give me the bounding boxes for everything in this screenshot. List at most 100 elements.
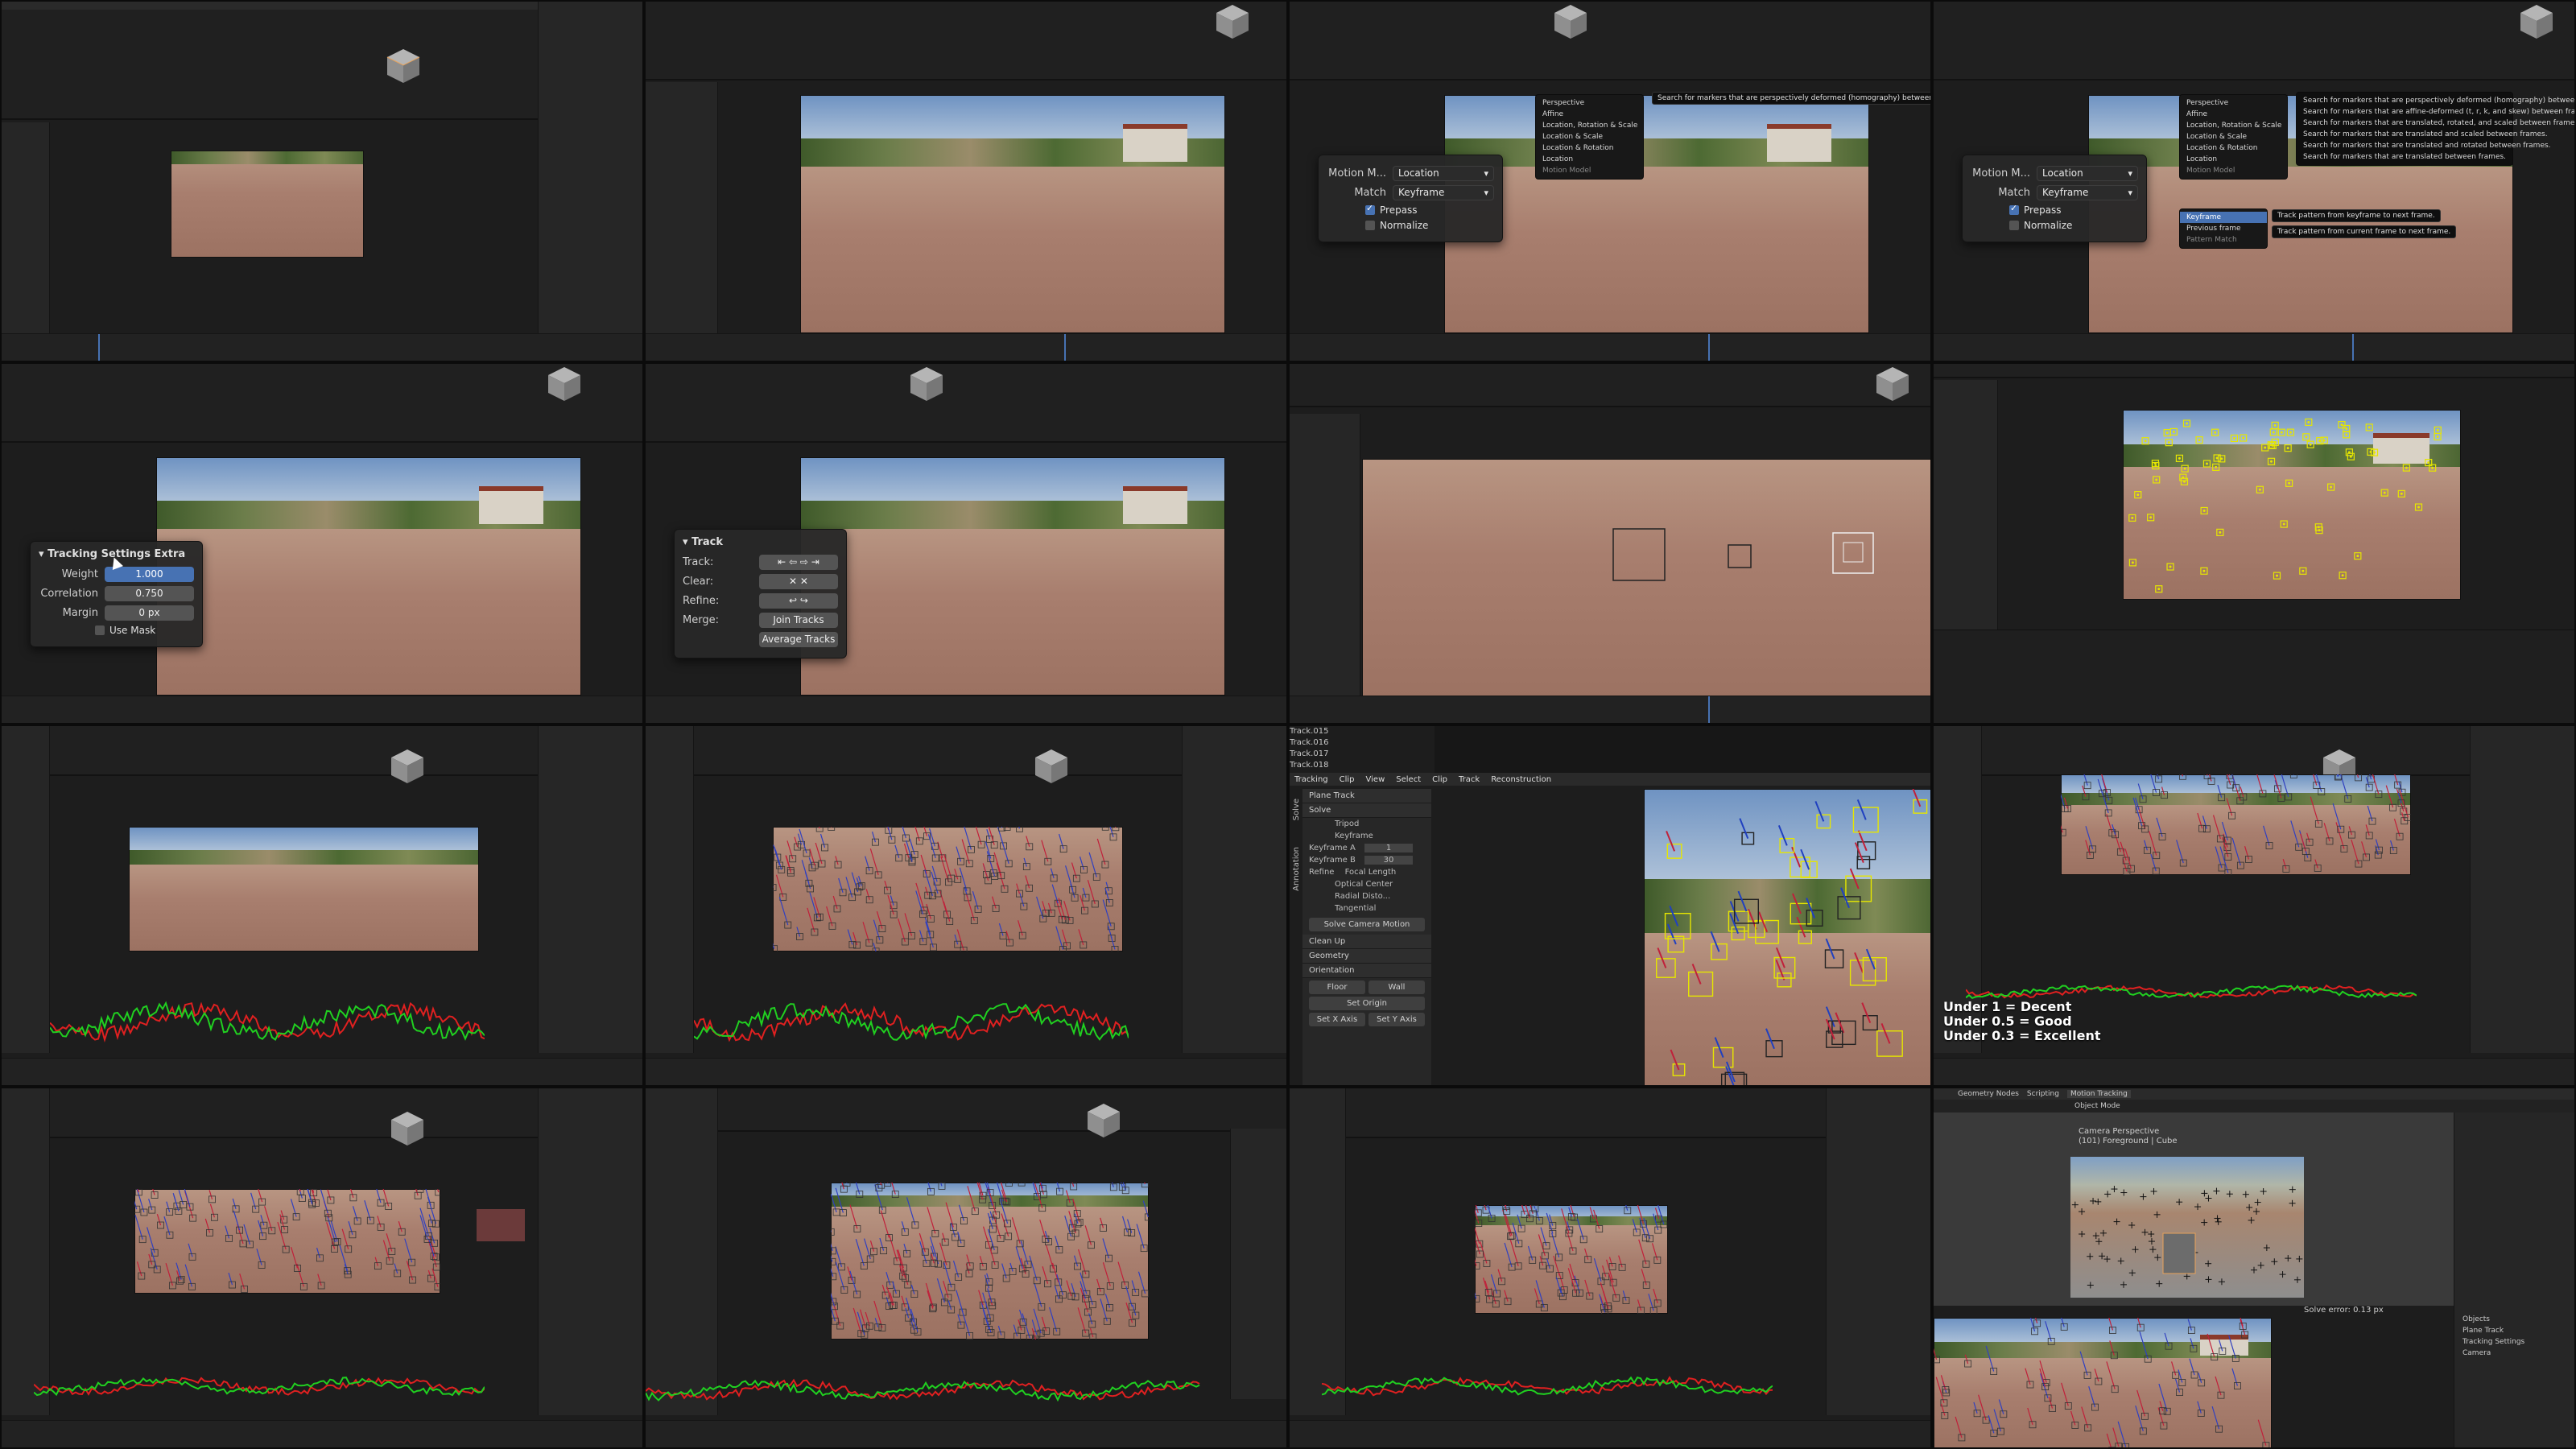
properties-panel[interactable] [1182, 726, 1286, 1053]
marker-search-area[interactable] [1612, 528, 1666, 581]
timeline[interactable] [2, 696, 642, 723]
optical-center-option[interactable]: Optical Center [1302, 878, 1431, 890]
properties-panel[interactable] [2470, 726, 2574, 1053]
motion-model-dropdown[interactable]: Location [2037, 166, 2138, 181]
track-paths-overlay[interactable] [831, 1183, 1149, 1340]
clean-up-section[interactable]: Clean Up [1302, 935, 1431, 949]
menu-item-previous-frame[interactable]: Previous frame [2180, 223, 2267, 234]
timeline[interactable] [646, 696, 1286, 723]
header-clip-menu[interactable]: Clip [1432, 775, 1447, 784]
clip-frame[interactable] [156, 457, 581, 696]
timeline[interactable] [2, 333, 642, 361]
track-paths-overlay[interactable] [1934, 1318, 2272, 1449]
menu-item-loc-rot-scale[interactable]: Location, Rotation & Scale [2180, 120, 2287, 131]
timeline[interactable] [1290, 696, 1930, 723]
menu-item-affine[interactable]: Affine [1536, 109, 1643, 120]
keyframe-option[interactable]: Keyframe [1302, 830, 1431, 842]
clear-buttons[interactable]: ✕ ✕ [759, 574, 838, 589]
menu-item-affine[interactable]: Affine [2180, 109, 2287, 120]
set-x-axis-button[interactable]: Set X Axis [1309, 1013, 1365, 1026]
plane-track-section[interactable]: Plane Track [1302, 789, 1431, 803]
motion-model-dropdown[interactable]: Location [1393, 166, 1494, 181]
tripod-option[interactable]: Tripod [1302, 818, 1431, 830]
feature-markers-overlay[interactable] [2123, 410, 2461, 600]
timeline[interactable] [1290, 333, 1930, 361]
dopesheet-strip[interactable] [1435, 726, 1930, 774]
tab-motion-tracking[interactable]: Motion Tracking [2066, 1090, 2131, 1098]
normalize-checkbox[interactable] [1365, 221, 1375, 230]
prepass-checkbox[interactable] [2009, 203, 2019, 215]
motion-tracking-graph[interactable] [646, 1358, 1201, 1422]
correlation-field[interactable]: 0.750 [105, 586, 194, 601]
prepass-checkbox[interactable] [1365, 203, 1375, 215]
set-origin-button[interactable]: Set Origin [1309, 997, 1425, 1010]
use-mask-checkbox[interactable] [95, 625, 105, 635]
properties-panel[interactable]: Objects Plane Track Tracking Settings Ca… [2454, 1113, 2574, 1447]
timeline[interactable] [646, 1420, 1286, 1447]
timeline-playhead[interactable] [98, 334, 100, 361]
keyframe-b-field[interactable]: 30 [1364, 856, 1414, 865]
refine-buttons[interactable]: ↩ ↪ [759, 593, 838, 609]
radial-distortion-option[interactable]: Radial Disto... [1302, 890, 1431, 902]
track-paths-overlay[interactable] [134, 1189, 440, 1294]
keyframe-a-field[interactable]: 1 [1364, 844, 1413, 852]
motion-tracking-graph[interactable] [1322, 1354, 1773, 1418]
timeline[interactable] [1934, 1058, 2574, 1085]
menu-item-loc-rot[interactable]: Location & Rotation [1536, 142, 1643, 154]
header-view[interactable]: View [1366, 775, 1385, 784]
properties-panel[interactable] [538, 726, 642, 1053]
header-track[interactable]: Track [1459, 775, 1480, 784]
floor-button[interactable]: Floor [1309, 980, 1365, 994]
chevron-down-icon[interactable]: ▾ [39, 548, 47, 560]
timeline-playhead[interactable] [1064, 334, 1066, 361]
menu-item-perspective[interactable]: Perspective [1536, 97, 1643, 109]
tab-annotation[interactable]: Annotation [1292, 847, 1301, 891]
menu-item-loc-scale[interactable]: Location & Scale [1536, 131, 1643, 142]
menu-item-loc-scale[interactable]: Location & Scale [2180, 131, 2287, 142]
header-tracking[interactable]: Tracking [1294, 775, 1328, 784]
tangential-option[interactable]: Tangential [1302, 902, 1431, 914]
header-select[interactable]: Select [1396, 775, 1421, 784]
track-buttons[interactable]: ⇤ ⇦ ⇨ ⇥ [759, 555, 838, 570]
menu-item-location[interactable]: Location [2180, 154, 2287, 165]
solve-section[interactable]: Solve [1302, 803, 1431, 818]
timeline[interactable] [2, 1420, 642, 1447]
motion-model-menu[interactable]: Perspective Affine Location, Rotation & … [2179, 94, 2288, 180]
average-tracks-button[interactable]: Average Tracks [759, 632, 838, 647]
clip-frame[interactable] [1444, 95, 1869, 333]
motion-tracking-graph[interactable] [34, 1354, 485, 1418]
menu-item-location[interactable]: Location [1536, 154, 1643, 165]
set-y-axis-button[interactable]: Set Y Axis [1368, 1013, 1425, 1026]
clip-editor-header[interactable]: Tracking Clip View Select Clip Track Rec… [1290, 773, 1930, 786]
chevron-down-icon[interactable]: ▾ [683, 536, 691, 548]
clip-frame[interactable] [129, 827, 479, 952]
normalize-checkbox[interactable] [2009, 221, 2019, 230]
track-item[interactable]: Track.015 [1290, 726, 1386, 737]
outliner-sidebar[interactable] [2, 726, 50, 1053]
motion-tracking-graph[interactable] [694, 988, 1129, 1056]
clip-tool-sidebar[interactable] [646, 82, 718, 333]
properties-panel[interactable] [538, 2, 642, 345]
menu-item-perspective[interactable]: Perspective [2180, 97, 2287, 109]
timeline[interactable] [646, 333, 1286, 361]
tab-geometry-nodes[interactable]: Geometry Nodes [1958, 1090, 2019, 1098]
geometry-section[interactable]: Geometry [1302, 949, 1431, 964]
outliner-sidebar[interactable] [646, 726, 694, 1053]
margin-field[interactable]: 0 px [105, 605, 194, 621]
motion-tracking-graph[interactable] [50, 988, 485, 1056]
outliner-camera[interactable]: Camera [2462, 1348, 2570, 1359]
marker-pattern[interactable] [1728, 544, 1752, 568]
match-dropdown[interactable]: Keyframe [2037, 185, 2138, 200]
properties-panel[interactable] [1230, 1129, 1286, 1399]
track-paths-overlay[interactable] [2061, 774, 2411, 875]
clip-frame[interactable] [800, 457, 1225, 696]
wall-button[interactable]: Wall [1368, 980, 1425, 994]
menu-item-keyframe[interactable]: Keyframe [2180, 212, 2267, 223]
track-item[interactable]: Track.016 [1290, 737, 1386, 749]
timeline[interactable] [1290, 1420, 1930, 1447]
timeline-playhead[interactable] [1708, 334, 1710, 361]
dopesheet-area[interactable] [1934, 630, 2574, 723]
tab-scripting[interactable]: Scripting [2027, 1090, 2059, 1098]
timeline[interactable] [646, 1058, 1286, 1085]
header-reconstruction[interactable]: Reconstruction [1491, 775, 1551, 784]
